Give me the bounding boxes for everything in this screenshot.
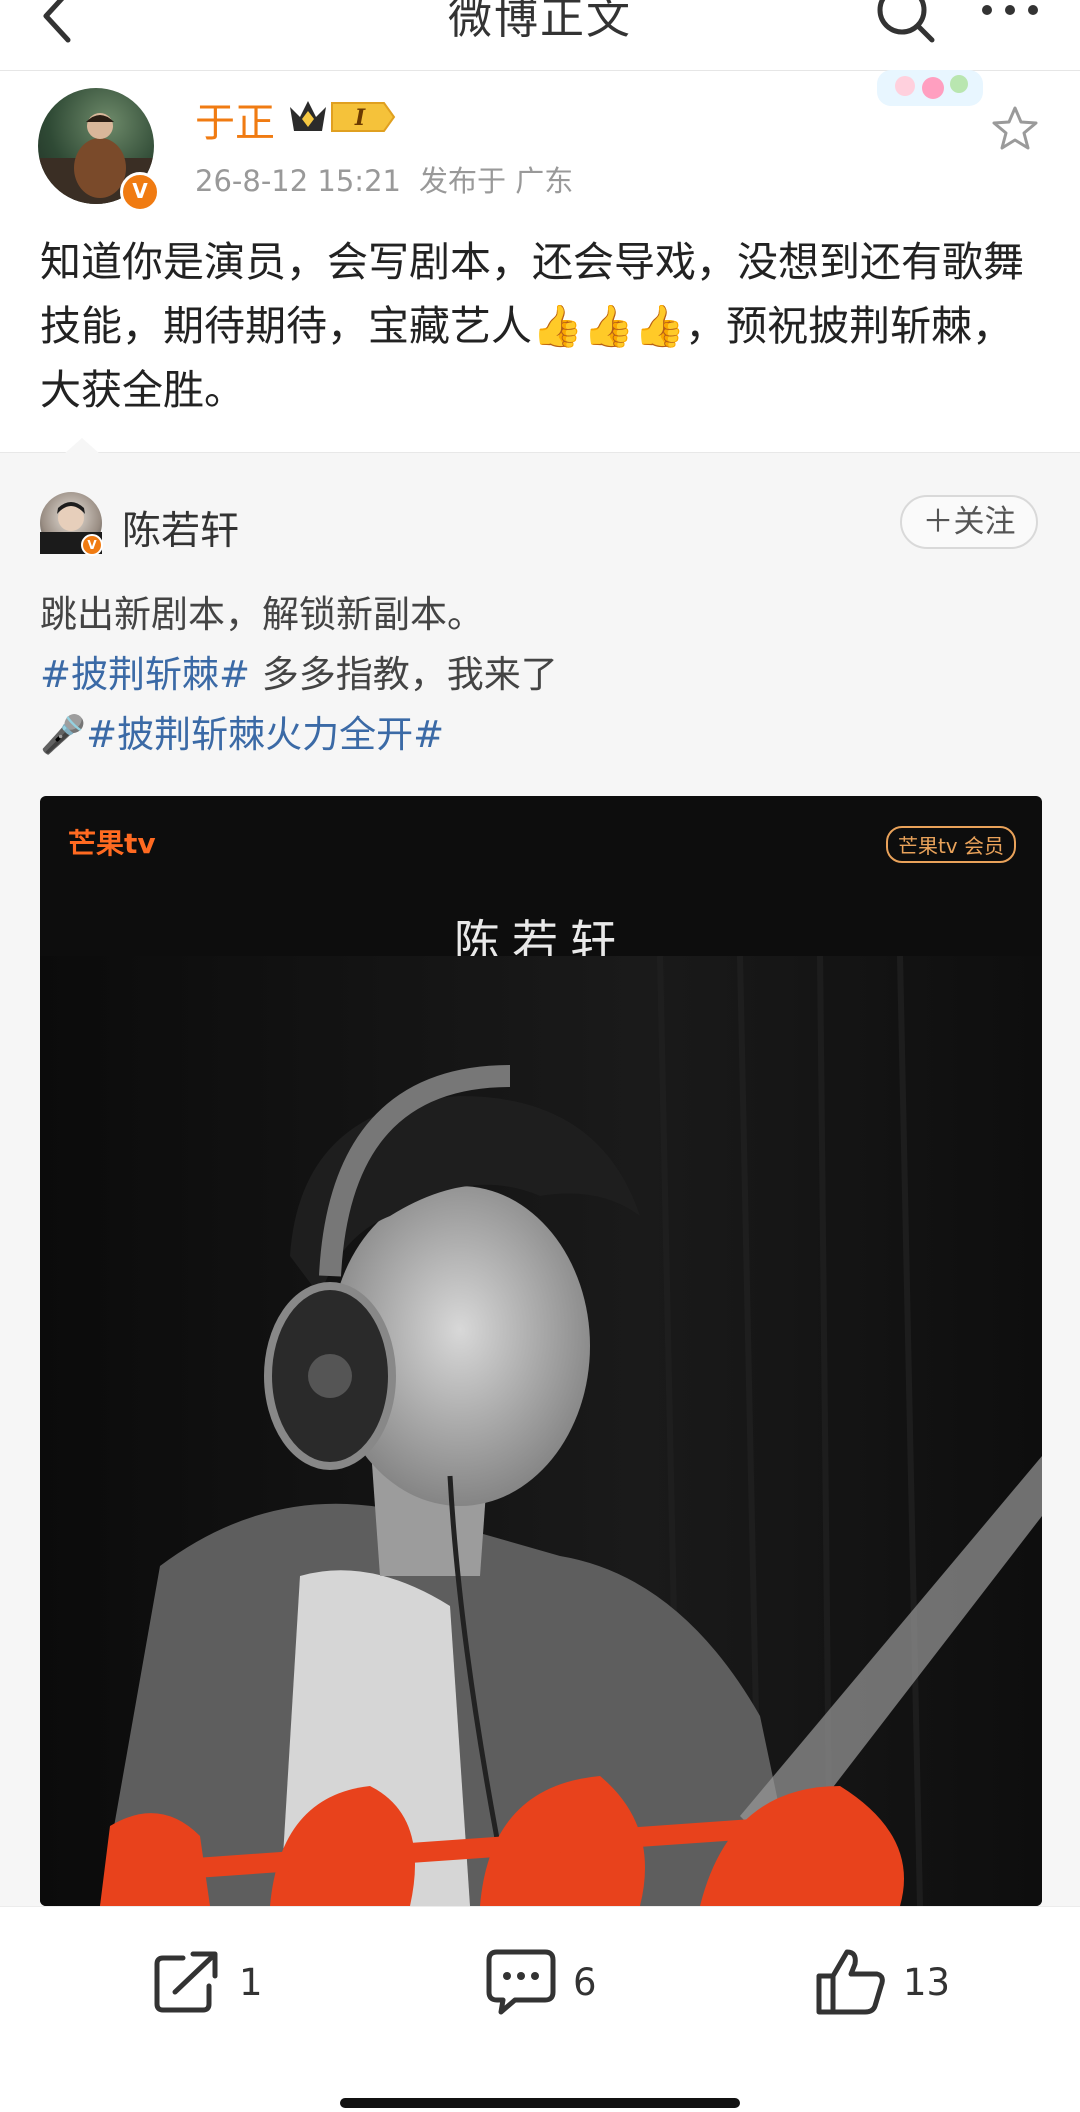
svg-text:I: I: [354, 105, 366, 131]
repost-verified-badge: V: [81, 534, 103, 556]
mango-tv-vip-logo: 芒果tv 会员: [885, 826, 1016, 863]
favorite-star-icon[interactable]: [992, 105, 1038, 151]
repost-line-3: 🎤#披荆斩棘火力全开#: [40, 705, 1040, 765]
comment-icon: [486, 1949, 556, 2015]
mango-tv-logo: 芒果tv: [68, 827, 156, 860]
repost-line-2-text: 多多指教，我来了: [250, 653, 558, 696]
microphone-icon: 🎤: [40, 713, 87, 756]
repost-button[interactable]: 1: [153, 1947, 263, 2017]
more-icon[interactable]: [975, 0, 1045, 28]
repost-line-1: 跳出新剧本，解锁新副本。: [40, 593, 484, 636]
poster-illustration: [40, 956, 1042, 1906]
follow-button[interactable]: ＋关注: [900, 495, 1038, 549]
author-name[interactable]: 于正: [195, 90, 275, 148]
post-text: 知道你是演员，会写剧本，还会导戏，没想到还有歌舞技能，期待期待，宝藏艺人👍👍👍，…: [40, 238, 1024, 414]
verified-badge: V: [120, 172, 160, 212]
top-nav: 微博正文: [0, 0, 1080, 71]
post-location: 发布于 广东: [418, 164, 574, 198]
post-time: 26-8-12 15:21: [195, 164, 401, 198]
repost-count: 1: [239, 1960, 263, 2004]
thumbs-up-icon: [816, 1949, 885, 2015]
like-count: 13: [903, 1960, 951, 2004]
plus-icon: ＋: [922, 504, 954, 540]
like-button[interactable]: 13: [815, 1947, 950, 2017]
repost-text: 跳出新剧本，解锁新副本。 #披荆斩棘# 多多指教，我来了 🎤#披荆斩棘火力全开#: [40, 585, 1040, 765]
post-meta: 26-8-12 15:21 发布于 广东: [195, 158, 591, 200]
repost-author-name[interactable]: 陈若轩: [122, 500, 239, 556]
home-indicator: [340, 2098, 740, 2108]
repost-notch: [64, 438, 100, 454]
sticker-decoration: [877, 70, 983, 106]
poster-image[interactable]: 芒果tv 芒果tv 会员 陈若轩: [40, 796, 1042, 1906]
hashtag-link[interactable]: #披荆斩棘#: [40, 653, 250, 696]
follow-label: 关注: [953, 504, 1016, 540]
repost-line-2: #披荆斩棘# 多多指教，我来了: [40, 645, 1040, 705]
comment-count: 6: [573, 1960, 597, 2004]
share-icon: [154, 1951, 218, 2013]
author-avatar[interactable]: V: [38, 88, 160, 212]
vip-crown-level-badge: I: [290, 101, 396, 132]
action-bar: 1 6 13: [0, 1906, 1080, 2112]
search-icon[interactable]: [870, 0, 940, 54]
comment-button[interactable]: 6: [485, 1947, 597, 2017]
hashtag-link-2[interactable]: #披荆斩棘火力全开#: [86, 713, 444, 756]
repost-author-avatar[interactable]: V: [40, 492, 103, 556]
